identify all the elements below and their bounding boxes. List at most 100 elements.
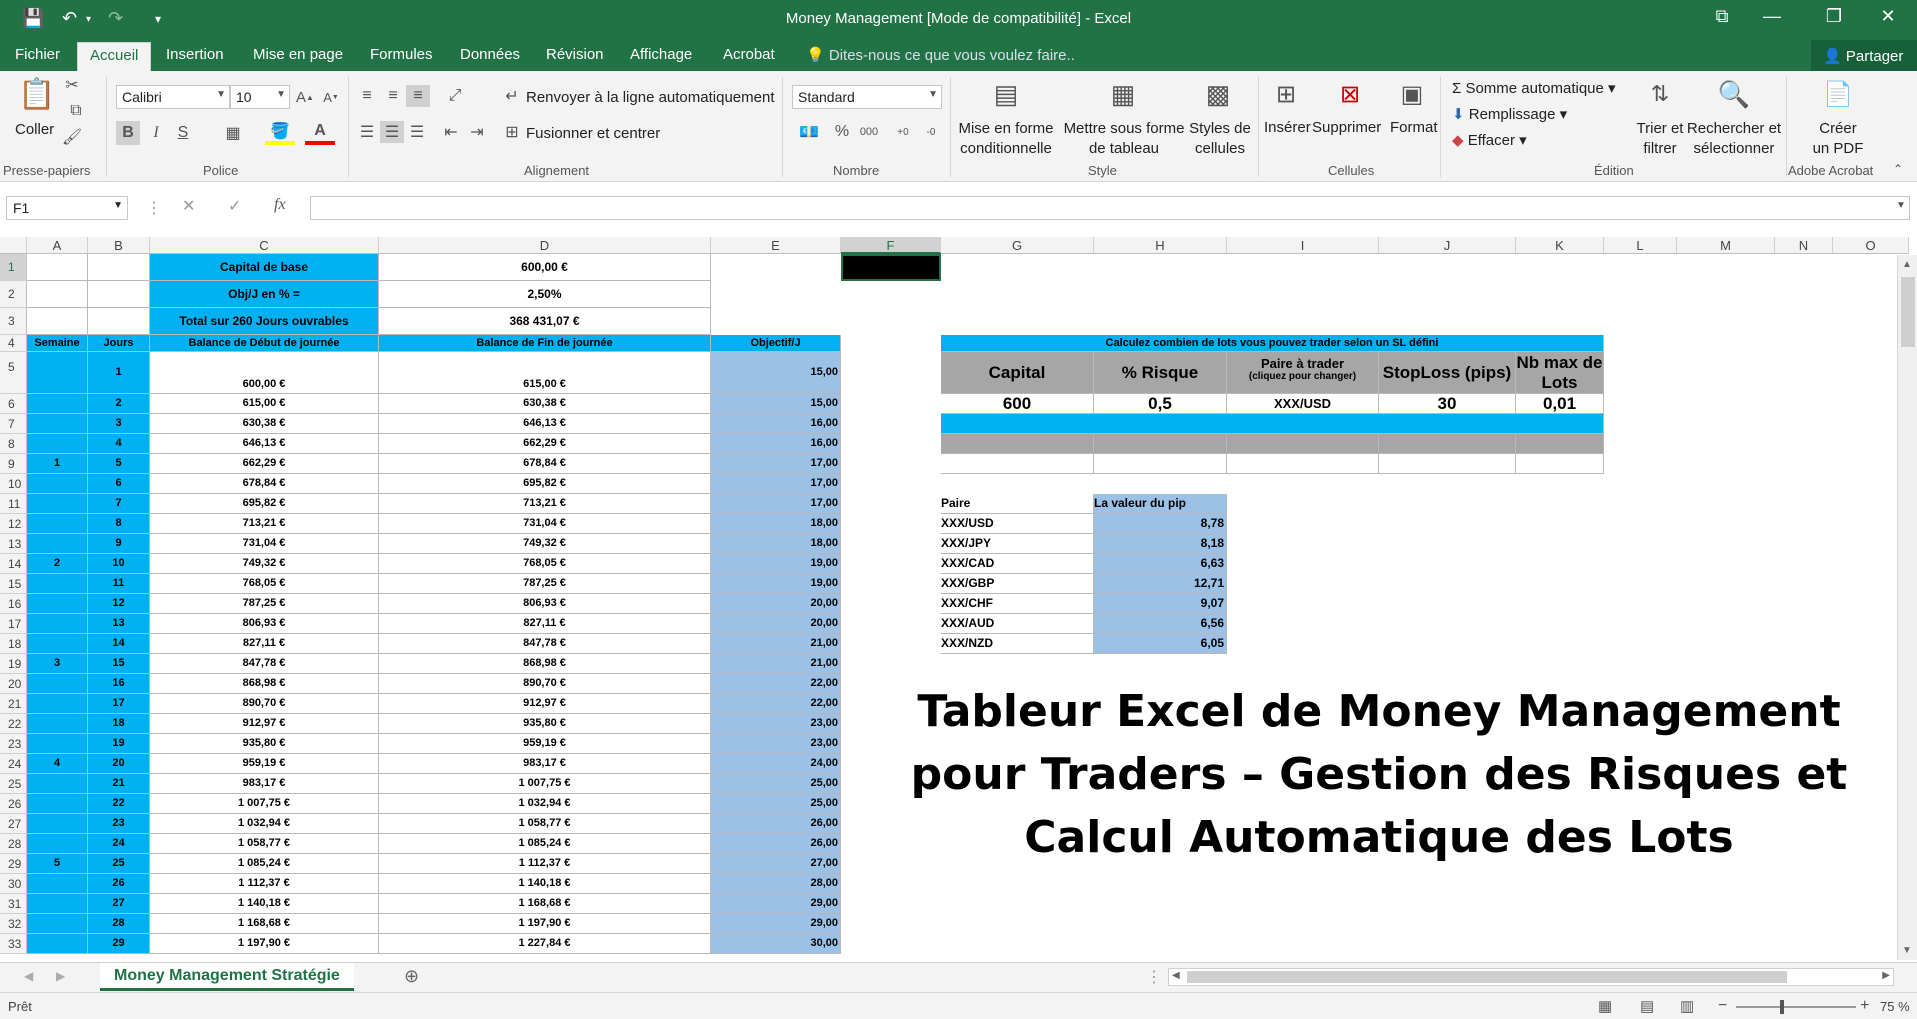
week-cell[interactable] [27, 594, 88, 614]
end-balance[interactable]: 768,05 € [379, 554, 711, 574]
create-pdf-button[interactable]: Créer un PDF [1806, 119, 1870, 159]
zoom-in-icon[interactable]: + [1860, 997, 1869, 1015]
column-header-C[interactable]: C [150, 237, 379, 254]
format-painter-icon[interactable]: 🖌 [62, 127, 82, 147]
daily-objective[interactable]: 26,00 [711, 834, 841, 854]
start-balance[interactable]: 827,11 € [150, 634, 379, 654]
week-cell[interactable] [27, 674, 88, 694]
max-lots-header[interactable]: Nb max de Lots [1516, 352, 1604, 394]
empty-cell[interactable] [1379, 454, 1516, 474]
tab-mise-en-page[interactable]: Mise en page [253, 46, 343, 63]
daily-objective[interactable]: 19,00 [711, 574, 841, 594]
insert-icon[interactable]: ⊞ [1266, 77, 1306, 111]
day-number[interactable]: 17 [88, 694, 150, 714]
start-balance[interactable]: 868,98 € [150, 674, 379, 694]
day-number[interactable]: 29 [88, 934, 150, 954]
end-balance[interactable]: 1 112,37 € [379, 854, 711, 874]
start-balance[interactable]: 983,17 € [150, 774, 379, 794]
empty-cell[interactable] [27, 254, 88, 281]
end-balance[interactable]: 868,98 € [379, 654, 711, 674]
row-header[interactable]: 26 [0, 794, 27, 814]
scroll-thumb[interactable] [1901, 277, 1915, 347]
thousands-icon[interactable]: 000 [856, 121, 882, 143]
row-header[interactable]: 2 [0, 281, 27, 308]
enter-icon[interactable]: ✓ [228, 196, 241, 216]
start-balance[interactable]: 1 168,68 € [150, 914, 379, 934]
column-header-N[interactable]: N [1775, 237, 1833, 254]
selected-cell-f1[interactable] [841, 254, 941, 281]
week-cell[interactable]: 2 [27, 554, 88, 574]
table-header[interactable]: Balance de Fin de journée [379, 335, 711, 352]
end-balance[interactable]: 787,25 € [379, 574, 711, 594]
pip-value[interactable]: 6,56 [1094, 614, 1227, 634]
pair-select[interactable]: XXX/USD [1227, 394, 1379, 414]
align-top-icon[interactable]: ≡ [356, 85, 378, 107]
daily-objective[interactable]: 20,00 [711, 614, 841, 634]
cut-icon[interactable]: ✂ [62, 75, 82, 95]
pip-table-pair-header[interactable]: Paire [941, 494, 1094, 514]
empty-cell[interactable] [1516, 434, 1604, 454]
empty-cell[interactable] [1227, 454, 1379, 474]
daily-objective[interactable]: 16,00 [711, 434, 841, 454]
week-cell[interactable]: 3 [27, 654, 88, 674]
week-cell[interactable]: 5 [27, 854, 88, 874]
align-right-icon[interactable]: ☰ [406, 121, 428, 143]
row-header[interactable]: 14 [0, 554, 27, 574]
week-cell[interactable] [27, 814, 88, 834]
daily-objective[interactable]: 28,00 [711, 874, 841, 894]
end-balance[interactable]: 959,19 € [379, 734, 711, 754]
table-format-icon[interactable]: ▦ [1105, 77, 1141, 111]
pdf-icon[interactable]: 📄 [1818, 77, 1858, 111]
start-balance[interactable]: 935,80 € [150, 734, 379, 754]
day-number[interactable]: 14 [88, 634, 150, 654]
minimize-icon[interactable]: — [1752, 6, 1792, 27]
zoom-level[interactable]: 75 % [1880, 999, 1910, 1014]
row-header[interactable]: 11 [0, 494, 27, 514]
column-header-E[interactable]: E [711, 237, 841, 254]
week-cell[interactable] [27, 874, 88, 894]
tab-affichage[interactable]: Affichage [630, 46, 692, 63]
empty-cell[interactable] [1094, 454, 1227, 474]
week-cell[interactable] [27, 914, 88, 934]
column-header-G[interactable]: G [941, 237, 1094, 254]
day-number[interactable]: 2 [88, 394, 150, 414]
pip-value[interactable]: 9,07 [1094, 594, 1227, 614]
column-header-A[interactable]: A [27, 237, 88, 254]
week-cell[interactable] [27, 634, 88, 654]
start-balance[interactable]: 1 032,94 € [150, 814, 379, 834]
daily-objective-value[interactable]: 2,50% [379, 281, 711, 308]
add-sheet-icon[interactable]: ⊕ [404, 966, 419, 987]
row-header[interactable]: 25 [0, 774, 27, 794]
end-balance[interactable]: 1 227,84 € [379, 934, 711, 954]
pip-value[interactable]: 6,05 [1094, 634, 1227, 654]
row-header[interactable]: 15 [0, 574, 27, 594]
end-balance[interactable]: 1 140,18 € [379, 874, 711, 894]
pair-header[interactable]: Paire à trader (cliquez pour changer) [1227, 352, 1379, 394]
vertical-scrollbar[interactable]: ▲ ▼ [1897, 255, 1917, 960]
daily-objective[interactable]: 17,00 [711, 474, 841, 494]
daily-objective[interactable]: 23,00 [711, 714, 841, 734]
pip-value[interactable]: 8,78 [1094, 514, 1227, 534]
row-header[interactable]: 24 [0, 754, 27, 774]
tab-accueil[interactable]: Accueil [77, 42, 152, 71]
risk-value[interactable]: 0,5 [1094, 394, 1227, 414]
autosum-button[interactable]: Σ Somme automatique ▾ [1452, 79, 1616, 97]
end-balance[interactable]: 713,21 € [379, 494, 711, 514]
start-balance[interactable]: 768,05 € [150, 574, 379, 594]
daily-objective-label[interactable]: Obj/J en % = [150, 281, 379, 308]
daily-objective[interactable]: 22,00 [711, 674, 841, 694]
daily-objective[interactable]: 29,00 [711, 914, 841, 934]
empty-cell[interactable] [27, 281, 88, 308]
row-header[interactable]: 18 [0, 634, 27, 654]
pip-pair[interactable]: XXX/GBP [941, 574, 1094, 594]
empty-cell[interactable] [88, 308, 150, 335]
fill-button[interactable]: ⬇ Remplissage ▾ [1452, 105, 1567, 123]
pip-pair[interactable]: XXX/AUD [941, 614, 1094, 634]
worksheet-grid[interactable]: A B C D E F G H I J K L M N O 1 2 3 4 5 6 7 8 9 10 11 12 13 14 15 16 17… [0, 237, 1917, 962]
table-header[interactable]: Jours [88, 335, 150, 352]
pip-table-value-header[interactable]: La valeur du pip [1094, 494, 1227, 514]
page-break-icon[interactable]: ▥ [1680, 997, 1694, 1015]
sheet-tab-active[interactable]: Money Management Stratégie [100, 963, 354, 991]
tab-fichier[interactable]: Fichier [15, 46, 60, 63]
row-header[interactable]: 8 [0, 434, 27, 454]
